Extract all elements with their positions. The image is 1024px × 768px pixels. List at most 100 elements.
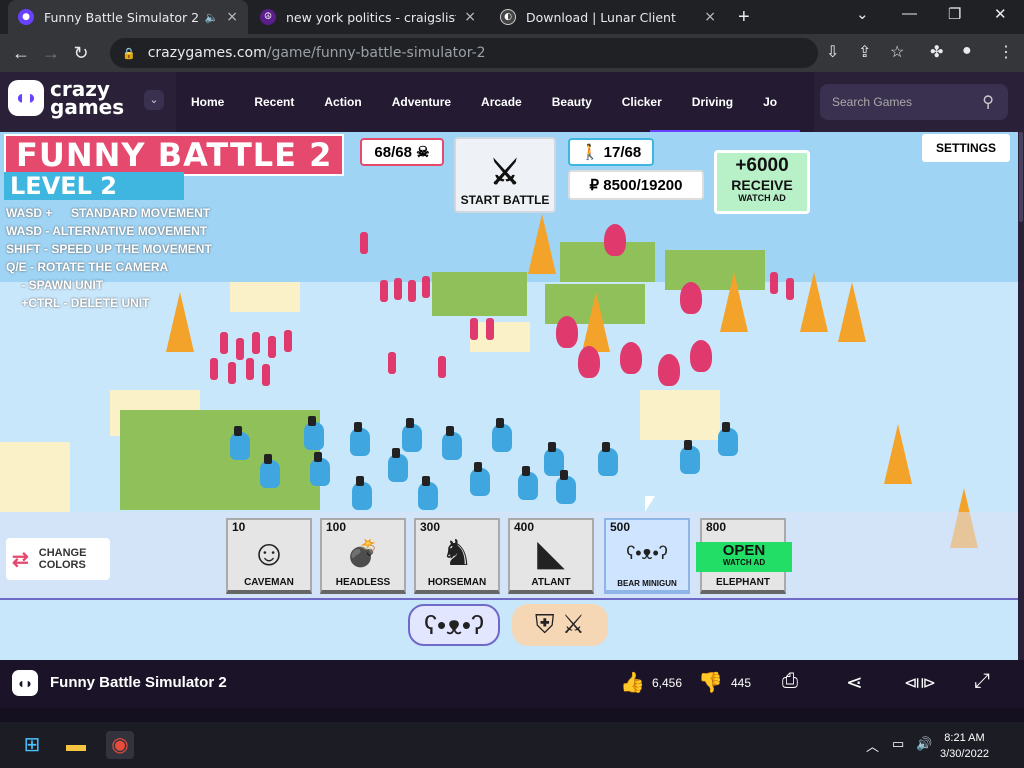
- open-sub: WATCH AD: [722, 558, 766, 567]
- site-header: ◖◗ crazy games ⌄ Home Recent Action Adven…: [0, 72, 1024, 133]
- fullscreen-icon[interactable]: ⤢: [974, 670, 990, 693]
- enemy-brute: [680, 282, 702, 314]
- nav-clicker[interactable]: Clicker: [622, 95, 662, 109]
- enemy-brute: [620, 342, 642, 374]
- chevron-down-icon[interactable]: ⌄: [144, 90, 164, 110]
- crazygames-favicon-icon: ●: [18, 9, 34, 25]
- swap-arrows-icon: ⇄: [12, 548, 29, 571]
- page-scrollbar[interactable]: [1018, 72, 1024, 660]
- scrollbar-thumb[interactable]: [1019, 132, 1023, 222]
- thumbs-up-icon[interactable]: 👍: [620, 670, 645, 695]
- network-icon[interactable]: ▭: [892, 736, 904, 752]
- nav-recent[interactable]: Recent: [254, 95, 294, 109]
- enemy-unit: [470, 318, 478, 340]
- search-icon[interactable]: ⚲: [982, 92, 994, 112]
- unit-card-horseman[interactable]: 300 ♞ HORSEMAN: [414, 518, 500, 594]
- nav-home[interactable]: Home: [191, 95, 224, 109]
- lunar-favicon-icon: ◐: [500, 9, 516, 25]
- bookmark-star-icon[interactable]: ☆: [890, 42, 904, 62]
- tab-close-button[interactable]: ×: [226, 9, 238, 25]
- crazygames-logo[interactable]: ◖◗ crazy games: [8, 79, 124, 117]
- enemy-brute: [604, 224, 626, 256]
- menu-kebab-icon[interactable]: ⋮: [998, 42, 1014, 62]
- nav-driving[interactable]: Driving: [692, 95, 733, 109]
- enemy-unit: [210, 358, 218, 380]
- page-footer-strip: [0, 708, 1024, 722]
- enemy-unit: [268, 336, 276, 358]
- nav-adventure[interactable]: Adventure: [392, 95, 451, 109]
- close-window-button[interactable]: ✕: [994, 5, 1007, 23]
- player-unit: [352, 476, 372, 510]
- tree: [582, 292, 610, 352]
- unit-card-headless[interactable]: 100 💣 HEADLESS: [320, 518, 406, 594]
- windows-start-icon[interactable]: ⊞: [18, 731, 46, 759]
- nav-beauty[interactable]: Beauty: [552, 95, 592, 109]
- tab-craigslist[interactable]: ☮ new york politics - craigslist ×: [250, 0, 486, 34]
- caveman-icon: ☺: [250, 532, 288, 573]
- address-bar[interactable]: 🔒 crazygames.com/game/funny-battle-simul…: [110, 38, 818, 68]
- player-unit: [350, 422, 370, 456]
- enemy-unit: [284, 330, 292, 352]
- file-explorer-icon[interactable]: ▬: [62, 731, 90, 759]
- tab-lunar-client[interactable]: ◐ Download | Lunar Client ×: [490, 0, 726, 34]
- profile-icon[interactable]: ●: [962, 42, 972, 60]
- unit-card-caveman[interactable]: 10 ☺ CAVEMAN: [226, 518, 312, 594]
- unit-name: HORSEMAN: [427, 577, 487, 588]
- floor-tile: [640, 390, 720, 440]
- tab-title: Download | Lunar Client: [526, 9, 676, 25]
- tab-funny-battle[interactable]: ● Funny Battle Simulator 2 - Pl 🔈 ×: [8, 0, 248, 34]
- receive-coins-button[interactable]: +6000 RECEIVE WATCH AD: [714, 150, 810, 214]
- theater-mode-icon[interactable]: ⧏⧐: [904, 673, 936, 693]
- minimize-button[interactable]: —: [902, 5, 917, 22]
- unit-card-bear-minigun[interactable]: 500 ʕ•ᴥ•ʔ BEAR MINIGUN: [604, 518, 690, 594]
- forward-arrow-icon[interactable]: →: [36, 43, 66, 64]
- install-app-icon[interactable]: ⇩: [826, 42, 839, 62]
- url-path: /game/funny-battle-simulator-2: [266, 45, 486, 61]
- start-battle-button[interactable]: ⚔ START BATTLE: [454, 137, 556, 213]
- restore-button[interactable]: ❐: [948, 5, 961, 23]
- game-canvas[interactable]: FUNNY BATTLE 2 LEVEL 2 WASD + STANDARD M…: [0, 132, 1018, 660]
- share-icon[interactable]: ⋖: [846, 670, 863, 695]
- open-watch-ad-button[interactable]: OPEN WATCH AD: [696, 542, 792, 572]
- change-colors-button[interactable]: ⇄ CHANGE COLORS: [6, 538, 110, 580]
- nav-jo[interactable]: Jo: [763, 95, 777, 109]
- player-unit: [598, 442, 618, 476]
- like-count: 6,456: [652, 676, 683, 690]
- thumbs-down-icon[interactable]: 👎: [698, 670, 723, 695]
- tab-close-button[interactable]: ×: [704, 9, 716, 25]
- report-icon[interactable]: ⎙: [782, 670, 798, 693]
- share-icon[interactable]: ⇪: [858, 42, 871, 62]
- enemy-unit: [422, 276, 430, 298]
- enemy-unit: [246, 358, 254, 380]
- tab-close-button[interactable]: ×: [464, 9, 476, 25]
- chrome-icon[interactable]: ◉: [106, 731, 134, 759]
- clock-time: 8:21 AM: [944, 732, 985, 744]
- extensions-icon[interactable]: ✤: [930, 42, 943, 62]
- tree: [800, 272, 828, 332]
- settings-button[interactable]: SETTINGS: [922, 134, 1010, 162]
- warriors-category-tab[interactable]: ⛨ ⚔: [512, 604, 608, 646]
- search-placeholder: Search Games: [832, 95, 913, 109]
- url-host: crazygames.com: [147, 45, 267, 61]
- new-tab-button[interactable]: +: [738, 6, 750, 29]
- nav-action[interactable]: Action: [324, 95, 361, 109]
- animals-category-tab[interactable]: ʕ•ᴥ•ʔ: [408, 604, 500, 646]
- unit-name: BEAR MINIGUN: [617, 579, 677, 588]
- reload-icon[interactable]: ↻: [66, 43, 96, 64]
- mouse-cursor-icon: [645, 496, 655, 512]
- system-clock[interactable]: 8:21 AM 3/30/2022: [940, 730, 989, 762]
- speaker-icon[interactable]: 🔈: [205, 11, 219, 24]
- volume-icon[interactable]: 🔊: [916, 736, 932, 752]
- back-arrow-icon[interactable]: ←: [6, 43, 36, 64]
- crazygames-small-logo-icon: ◖◗: [12, 670, 38, 696]
- unit-card-atlant[interactable]: 400 ◣ ATLANT: [508, 518, 594, 594]
- nav-arcade[interactable]: Arcade: [481, 95, 522, 109]
- search-input[interactable]: Search Games ⚲: [820, 84, 1008, 120]
- player-unit: [680, 440, 700, 474]
- unit-card-elephant[interactable]: 800 OPEN WATCH AD ELEPHANT: [696, 518, 792, 594]
- tray-chevron-icon[interactable]: ︿: [866, 736, 879, 755]
- lock-icon: 🔒: [122, 46, 136, 60]
- tab-search-icon[interactable]: ⌄: [856, 5, 869, 23]
- unit-count: 17/68: [603, 143, 642, 161]
- coin-counter: ₽ 8500/19200: [568, 170, 704, 200]
